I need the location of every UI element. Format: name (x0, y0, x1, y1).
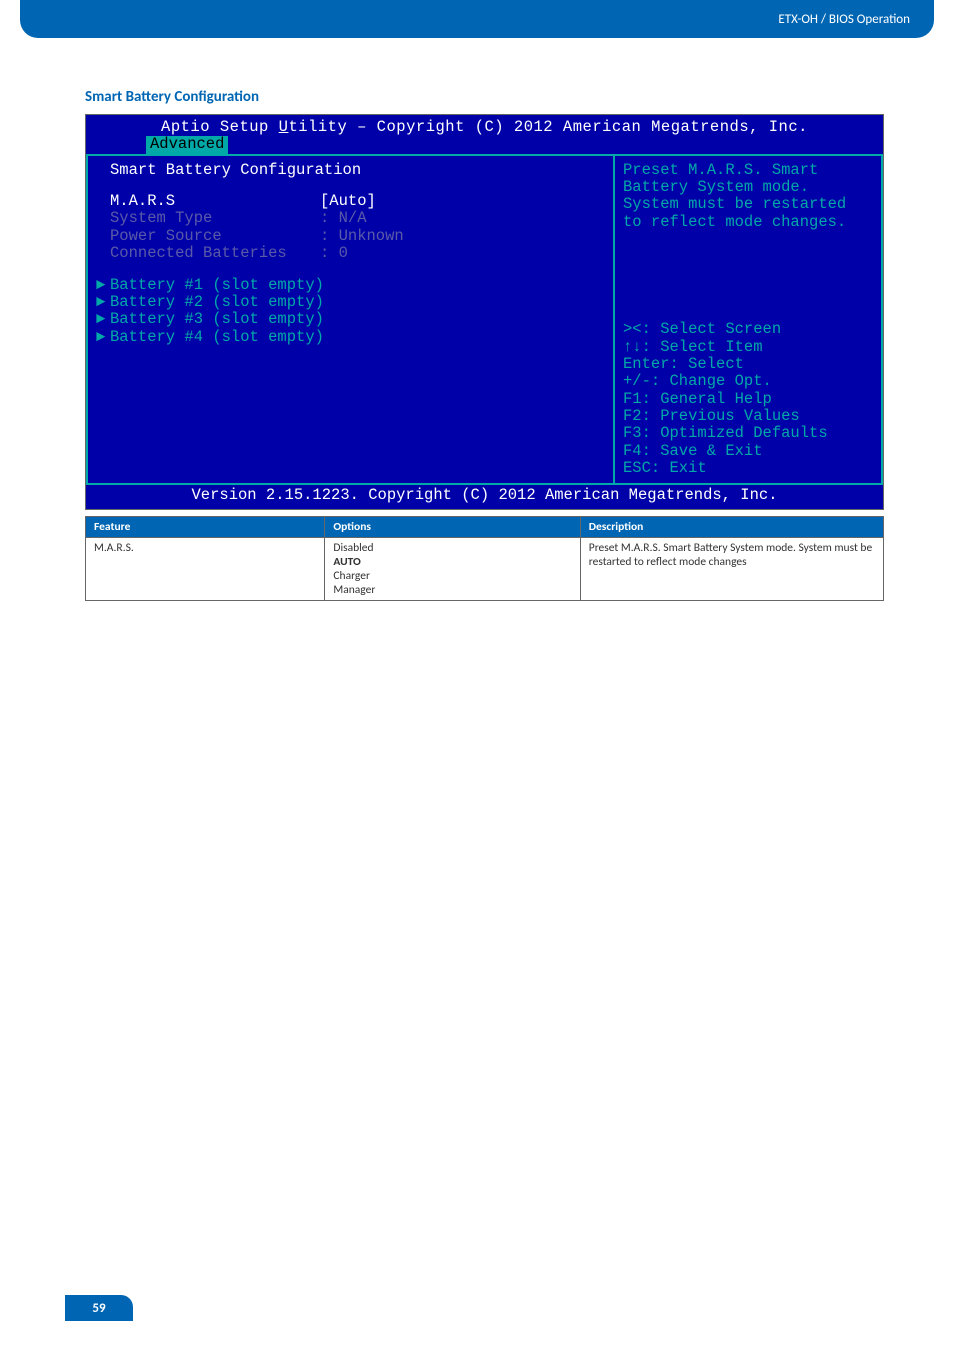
bios-utility-title: Aptio Setup Utility – Copyright (C) 2012… (86, 119, 883, 136)
submenu-label: Battery #2 (slot empty) (110, 293, 324, 311)
bios-item-mars[interactable]: M.A.R.S [Auto] (96, 193, 605, 210)
spacer (623, 231, 873, 321)
nav-hints: ><: Select Screen ↑↓: Select Item Enter:… (623, 321, 873, 477)
bios-item-connected-batteries: Connected Batteries : 0 (96, 245, 605, 262)
option-value: Disabled (333, 541, 571, 555)
bios-body: Smart Battery Configuration M.A.R.S [Aut… (86, 154, 883, 486)
nav-line: ↑↓: Select Item (623, 339, 873, 356)
page-content: Smart Battery Configuration Aptio Setup … (0, 38, 954, 601)
submenu-label: Battery #4 (slot empty) (110, 328, 324, 346)
item-label: System Type (110, 210, 320, 227)
submenu-arrow-icon: ► (96, 294, 110, 311)
cell-description: Preset M.A.R.S. Smart Battery System mod… (580, 537, 883, 600)
cell-feature: M.A.R.S. (86, 537, 325, 600)
title-hotkey: U (279, 118, 289, 136)
bios-item-power-source: Power Source : Unknown (96, 228, 605, 245)
item-label: M.A.R.S (110, 193, 320, 210)
option-value: Charger (333, 569, 571, 583)
nav-line: F3: Optimized Defaults (623, 425, 873, 442)
item-label: Connected Batteries (110, 245, 320, 262)
table-header-row: Feature Options Description (86, 516, 884, 537)
th-options: Options (325, 516, 580, 537)
page-number-badge: 59 (65, 1295, 133, 1321)
submenu-label: Battery #3 (slot empty) (110, 310, 324, 328)
item-value: [Auto] (320, 193, 376, 210)
tab-advanced[interactable]: Advanced (146, 136, 228, 153)
item-value: : 0 (320, 245, 348, 262)
bios-panel-heading: Smart Battery Configuration (96, 162, 605, 179)
section-title: Smart Battery Configuration (85, 88, 884, 106)
breadcrumb: ETX-OH / BIOS Operation (778, 12, 910, 27)
submenu-battery-1[interactable]: ►Battery #1 (slot empty) (96, 277, 605, 294)
option-value-default: AUTO (333, 555, 571, 569)
nav-line: ><: Select Screen (623, 321, 873, 338)
option-value: Manager (333, 583, 571, 597)
submenu-arrow-icon: ► (96, 277, 110, 294)
bios-screenshot: Aptio Setup Utility – Copyright (C) 2012… (85, 114, 884, 510)
submenu-arrow-icon: ► (96, 329, 110, 346)
spacer (96, 263, 605, 277)
bios-tab-row: Advanced (86, 136, 883, 153)
th-description: Description (580, 516, 883, 537)
nav-line: F4: Save & Exit (623, 443, 873, 460)
item-value: : N/A (320, 210, 367, 227)
title-prefix: Aptio Setup (161, 118, 279, 136)
bios-help-panel: Preset M.A.R.S. Smart Battery System mod… (613, 156, 883, 484)
feature-options-table: Feature Options Description M.A.R.S. Dis… (85, 516, 884, 601)
th-feature: Feature (86, 516, 325, 537)
bios-main-panel: Smart Battery Configuration M.A.R.S [Aut… (86, 156, 613, 484)
bios-titlebar: Aptio Setup Utility – Copyright (C) 2012… (86, 115, 883, 154)
title-rest: tility – Copyright (C) 2012 American Meg… (288, 118, 807, 136)
table-row: M.A.R.S. Disabled AUTO Charger Manager P… (86, 537, 884, 600)
cell-options: Disabled AUTO Charger Manager (325, 537, 580, 600)
submenu-battery-3[interactable]: ►Battery #3 (slot empty) (96, 311, 605, 328)
submenu-arrow-icon: ► (96, 311, 110, 328)
nav-line: Enter: Select (623, 356, 873, 373)
nav-line: ESC: Exit (623, 460, 873, 477)
page-header: ETX-OH / BIOS Operation (20, 0, 934, 38)
item-label: Power Source (110, 228, 320, 245)
item-value: : Unknown (320, 228, 404, 245)
submenu-label: Battery #1 (slot empty) (110, 276, 324, 294)
nav-line: F2: Previous Values (623, 408, 873, 425)
bios-item-system-type: System Type : N/A (96, 210, 605, 227)
submenu-battery-4[interactable]: ►Battery #4 (slot empty) (96, 329, 605, 346)
spacer (96, 179, 605, 193)
bios-version-footer: Version 2.15.1223. Copyright (C) 2012 Am… (86, 485, 883, 508)
nav-line: F1: General Help (623, 391, 873, 408)
nav-line: +/-: Change Opt. (623, 373, 873, 390)
bios-help-text: Preset M.A.R.S. Smart Battery System mod… (623, 162, 873, 231)
submenu-battery-2[interactable]: ►Battery #2 (slot empty) (96, 294, 605, 311)
